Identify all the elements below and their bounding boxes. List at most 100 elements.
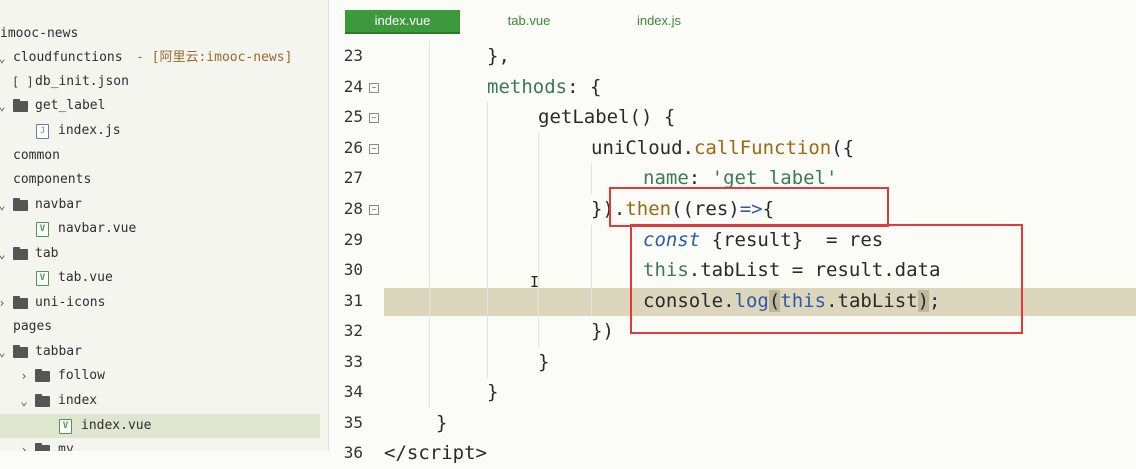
tree-item-tab[interactable]: ⌄ tab xyxy=(0,242,320,266)
tree-label: tab.vue xyxy=(58,270,113,285)
annotation-box-body xyxy=(630,224,1023,334)
folder-open-icon xyxy=(13,247,28,260)
line-number: 32 xyxy=(343,321,363,340)
line-number: 30 xyxy=(343,260,363,279)
tree-label: navbar xyxy=(35,197,82,212)
js-file-icon: J xyxy=(36,124,49,139)
tree-item-get-label-index-js[interactable]: J index.js xyxy=(0,119,320,143)
json-file-icon: [ ] xyxy=(12,75,34,89)
fold-toggle-icon[interactable]: − xyxy=(369,83,379,93)
tree-item-db-init[interactable]: [ ] db_init.json xyxy=(0,70,320,94)
chevron-down-icon: ⌄ xyxy=(0,94,8,118)
tree-label: index.js xyxy=(58,123,121,138)
fold-toggle-icon[interactable]: − xyxy=(369,113,379,123)
tree-item-navbar-vue[interactable]: V navbar.vue xyxy=(0,217,320,241)
chevron-down-icon: ⌄ xyxy=(0,340,8,364)
tree-item-navbar[interactable]: ⌄ navbar xyxy=(0,193,320,217)
editor-tab-bar: index.vue tab.vue index.js xyxy=(329,0,1136,36)
chevron-right-icon: › xyxy=(20,369,28,383)
tree-item-index-folder[interactable]: ⌄ index xyxy=(0,389,320,413)
code-text: }) xyxy=(591,320,614,342)
code-line: 34 } xyxy=(329,377,1136,408)
cloud-alias-label: - [阿里云:imooc-news] xyxy=(136,50,293,65)
tree-label: index xyxy=(58,393,98,408)
vue-file-icon: V xyxy=(59,419,72,434)
code-line: 23 }, xyxy=(329,41,1136,72)
tab-index-js[interactable]: index.js xyxy=(614,10,704,32)
tab-tab-vue[interactable]: tab.vue xyxy=(479,10,579,32)
line-number: 27 xyxy=(343,168,363,187)
chevron-down-icon: ⌄ xyxy=(0,46,8,70)
code-text: }, xyxy=(487,45,510,67)
tree-item-get-label[interactable]: ⌄ get_label xyxy=(0,94,320,118)
code-text: getLabel() { xyxy=(538,106,676,128)
line-number: 35 xyxy=(343,413,363,432)
folder-open-icon xyxy=(13,198,28,211)
code-text: } xyxy=(487,381,499,403)
chevron-right-icon: › xyxy=(20,443,28,451)
fold-toggle-icon[interactable]: − xyxy=(369,205,379,215)
fold-toggle-icon[interactable]: − xyxy=(369,144,379,154)
tree-item-common[interactable]: common xyxy=(0,144,320,168)
line-number: 23 xyxy=(343,46,363,65)
line-number: 31 xyxy=(343,291,363,310)
folder-icon xyxy=(13,296,28,309)
tree-label: cloudfunctions xyxy=(13,50,123,65)
tree-item-index-vue[interactable]: V index.vue xyxy=(0,414,320,438)
code-line: 36 </script> xyxy=(329,438,1136,469)
folder-open-icon xyxy=(35,394,50,407)
folder-open-icon xyxy=(13,345,28,358)
tab-index-vue[interactable]: index.vue xyxy=(345,10,460,34)
vue-file-icon: V xyxy=(36,271,49,286)
annotation-box-then xyxy=(609,187,889,227)
code-line: 24 − methods: { xyxy=(329,72,1136,103)
line-number: 24 xyxy=(343,77,363,96)
tree-item-uni-icons[interactable]: › uni-icons xyxy=(0,291,320,315)
code-text: } xyxy=(538,351,550,373)
code-line: 33 } xyxy=(329,347,1136,378)
tree-label: get_label xyxy=(35,98,106,113)
line-number: 25 xyxy=(343,107,363,126)
tree-label: tabbar xyxy=(35,344,82,359)
tree-label: index.vue xyxy=(81,418,152,433)
tree-label: navbar.vue xyxy=(58,221,137,236)
text-cursor-icon: I xyxy=(530,273,540,291)
chevron-right-icon: › xyxy=(0,291,8,315)
chevron-down-icon: ⌄ xyxy=(20,394,28,408)
tree-label: tab xyxy=(35,246,59,261)
tree-label: common xyxy=(13,148,60,163)
code-text: } xyxy=(436,412,448,434)
tree-label: imooc-news xyxy=(0,26,79,41)
project-explorer: imooc-news ⌄ cloudfunctions - [阿里云:imooc… xyxy=(0,0,329,451)
line-number: 34 xyxy=(343,382,363,401)
folder-icon xyxy=(35,443,50,451)
tree-item-pages[interactable]: pages xyxy=(0,315,320,339)
code-line: 25 − getLabel() { xyxy=(329,102,1136,133)
folder-icon xyxy=(35,369,50,382)
code-text: methods: { xyxy=(487,76,602,98)
code-line: 26 − uniCloud.callFunction({ xyxy=(329,133,1136,164)
tree-item-tabbar[interactable]: ⌄ tabbar xyxy=(0,340,320,364)
tree-label: my xyxy=(58,442,74,451)
line-number: 29 xyxy=(343,230,363,249)
line-number: 36 xyxy=(343,443,363,462)
tree-label: components xyxy=(13,172,92,187)
line-number: 33 xyxy=(343,352,363,371)
line-number: 26 xyxy=(343,138,363,157)
tree-label: follow xyxy=(58,368,105,383)
tree-label: db_init.json xyxy=(35,74,129,89)
tree-item-project[interactable]: imooc-news xyxy=(0,22,320,46)
tree-label: pages xyxy=(13,319,53,334)
tree-item-tab-vue[interactable]: V tab.vue xyxy=(0,266,320,290)
tree-label: uni-icons xyxy=(35,295,106,310)
tree-item-follow[interactable]: › follow xyxy=(0,364,320,388)
tree-item-cloudfunctions[interactable]: ⌄ cloudfunctions - [阿里云:imooc-news] xyxy=(0,46,320,70)
code-text: </script> xyxy=(384,442,487,464)
tree-item-my[interactable]: › my xyxy=(0,438,320,451)
chevron-down-icon: ⌄ xyxy=(0,242,8,266)
code-line: 35 } xyxy=(329,408,1136,439)
tree-item-components[interactable]: components xyxy=(0,168,320,192)
vue-file-icon: V xyxy=(36,222,49,237)
line-number: 28 xyxy=(343,199,363,218)
code-text: uniCloud.callFunction({ xyxy=(591,137,855,159)
